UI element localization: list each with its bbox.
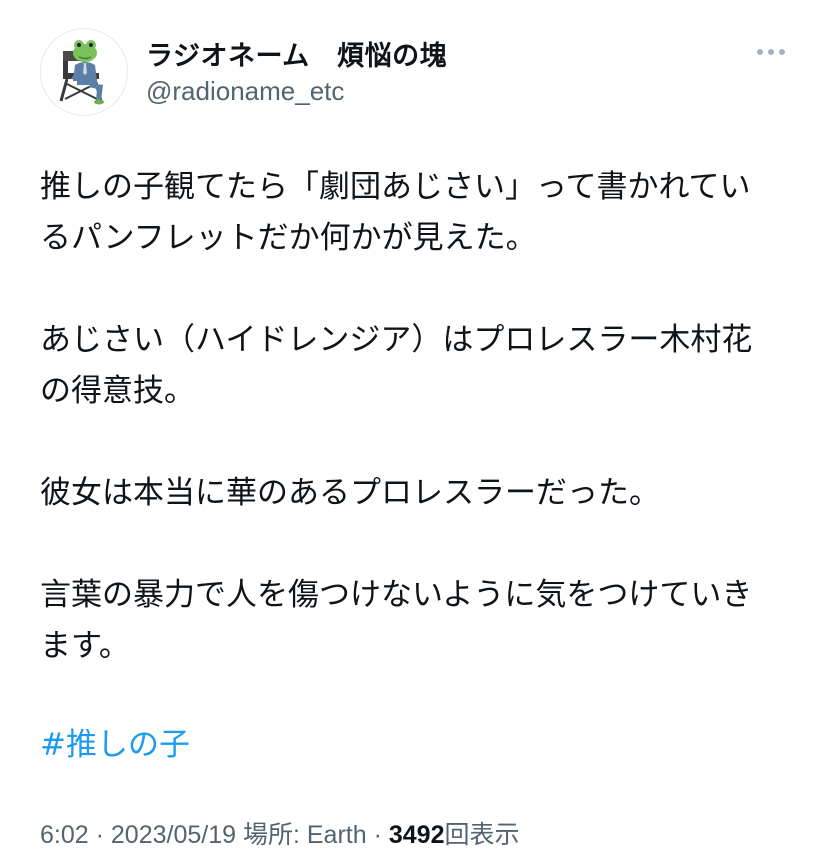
tweet-date[interactable]: 2023/05/19 bbox=[111, 821, 236, 849]
frog-avatar-icon bbox=[59, 40, 104, 105]
more-horizontal-icon[interactable] bbox=[754, 42, 788, 62]
tweet-time[interactable]: 6:02 bbox=[40, 821, 89, 849]
tweet-meta: 6:02 · 2023/05/19 場所: Earth · 3492回表示 bbox=[40, 815, 520, 851]
meta-separator: · bbox=[95, 821, 104, 849]
tweet-paragraph: 言葉の暴力で人を傷つけないように気をつけていき ます。 bbox=[40, 577, 753, 664]
tweet-paragraph: 推しの子観てたら「劇団あじさい」って書かれてい るパンフレットだか何かが見えた。 bbox=[40, 169, 751, 256]
views-count[interactable]: 3492 bbox=[389, 821, 445, 849]
tweet-paragraph: あじさい（ハイドレンジア）はプロレスラー木村花 の得意技。 bbox=[40, 322, 753, 409]
hashtag-link[interactable]: #推しの子 bbox=[40, 720, 190, 771]
views-label[interactable]: 回表示 bbox=[445, 821, 520, 849]
user-handle[interactable]: @radioname_etc bbox=[146, 76, 344, 107]
meta-separator: · bbox=[373, 821, 382, 849]
avatar[interactable] bbox=[40, 28, 128, 116]
tweet-text: 推しの子観てたら「劇団あじさい」って書かれてい るパンフレットだか何かが見えた。… bbox=[40, 162, 800, 672]
user-display-name[interactable]: ラジオネーム 煩悩の塊 bbox=[146, 34, 447, 73]
tweet: ラジオネーム 煩悩の塊 @radioname_etc 推しの子観てたら「劇団あじ… bbox=[0, 0, 828, 868]
tweet-paragraph: 彼女は本当に華のあるプロレスラーだった。 bbox=[40, 475, 660, 511]
tweet-location: 場所: Earth bbox=[242, 821, 367, 849]
